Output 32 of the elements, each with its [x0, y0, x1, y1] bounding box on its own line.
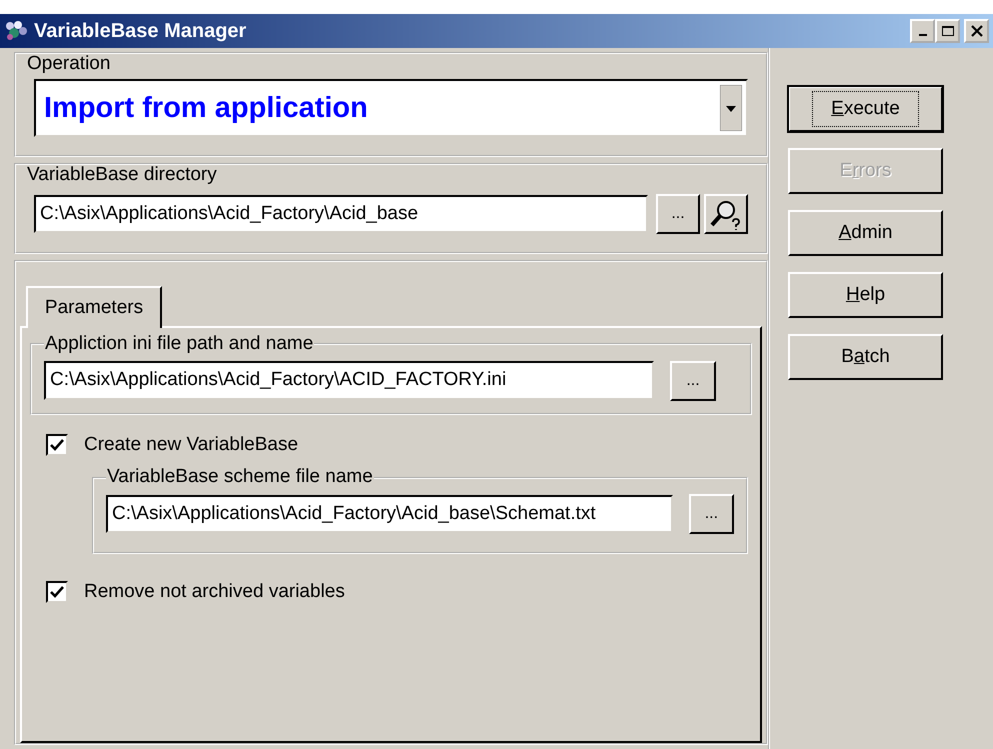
maximize-button[interactable]	[935, 19, 960, 43]
tab[interactable]: Parameters	[26, 286, 162, 328]
checkbox-label: Create new VariableBase	[84, 432, 298, 457]
command-button[interactable]: Admin	[788, 210, 943, 256]
minimize-icon	[918, 34, 926, 36]
dropdown-arrow-icon	[720, 84, 742, 131]
command-button[interactable]: Execute	[788, 86, 943, 132]
directory-field[interactable]: C:\Asix\Applications\Acid_Factory\Acid_base	[34, 194, 648, 233]
close-icon	[970, 25, 984, 37]
window-title: VariableBase Manager	[34, 19, 248, 44]
command-button[interactable]: Help	[788, 272, 943, 318]
maximize-icon	[940, 25, 954, 37]
scheme-file-field[interactable]: C:\Asix\Applications\Acid_Factory\Acid_base\Schemat.txt	[106, 494, 673, 534]
browse-button[interactable]: ...	[670, 360, 716, 401]
group-label: VariableBase directory	[26, 164, 218, 186]
checkbox[interactable]	[46, 434, 68, 456]
ini-path-field[interactable]: C:\Asix\Applications\Acid_Factory\ACID_FACTORY.ini	[44, 361, 654, 400]
command-button[interactable]: Batch	[788, 334, 943, 380]
checkbox-label: Remove not archived variables	[84, 580, 345, 604]
checkbox[interactable]	[46, 581, 68, 604]
minimize-button[interactable]	[910, 19, 935, 43]
browse-button[interactable]: ...	[656, 194, 700, 234]
search-button[interactable]	[704, 194, 748, 234]
operation-dropdown[interactable]: Import from application	[34, 78, 748, 137]
app-icon	[4, 20, 28, 42]
check-icon	[49, 584, 65, 600]
browse-button[interactable]: ...	[688, 494, 734, 534]
group-label: Appliction ini file path and name	[44, 334, 314, 355]
group-label: VariableBase scheme file name	[106, 467, 374, 488]
group-label: Operation	[26, 54, 112, 75]
close-button[interactable]	[964, 19, 989, 43]
check-icon	[49, 436, 65, 453]
